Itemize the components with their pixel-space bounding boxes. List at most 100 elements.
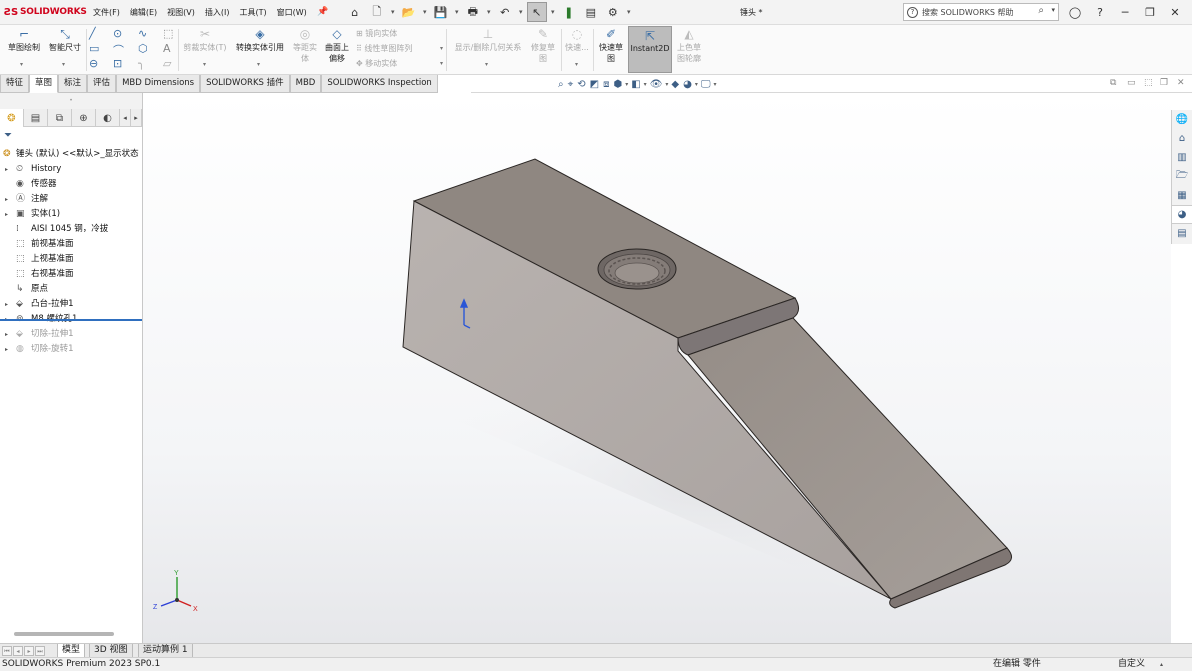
plane-icon[interactable]: ▱: [163, 57, 171, 70]
select-cursor-icon[interactable]: ↖: [526, 2, 547, 22]
help-icon[interactable]: ?: [1089, 0, 1111, 25]
tab-addins[interactable]: SOLIDWORKS 插件: [200, 75, 290, 93]
tree-item-cut-revolve[interactable]: ▸ ◍ 切除-旋转1: [0, 342, 142, 357]
property-manager-tab-icon[interactable]: ▤: [24, 109, 48, 127]
menu-insert[interactable]: 插入(I): [200, 0, 235, 25]
chevron-down-icon[interactable]: ▾: [575, 61, 578, 68]
tab-mbd[interactable]: MBD: [289, 75, 322, 93]
text-icon[interactable]: A: [163, 42, 171, 55]
restore-icon[interactable]: ❐: [1139, 0, 1161, 25]
circle-icon[interactable]: ⊙: [113, 27, 122, 40]
rectangle-icon[interactable]: ▭: [89, 42, 99, 55]
linear-pattern-button[interactable]: ⠿ 线性草图阵列: [356, 43, 412, 54]
chevron-down-icon[interactable]: ▾: [20, 61, 23, 68]
new-document-icon[interactable]: 🗋: [367, 2, 387, 22]
print-icon[interactable]: 🖶: [463, 2, 483, 22]
tree-item-right-plane[interactable]: ⬚ 右视基准面: [0, 267, 142, 282]
chevron-down-icon[interactable]: ▾: [1051, 6, 1055, 14]
viewport-restore-icon[interactable]: ❐: [1160, 78, 1168, 88]
sketch-button[interactable]: ⌐ 草图绘制: [4, 27, 44, 53]
chevron-down-icon[interactable]: ▾: [421, 2, 429, 22]
mirror-entities-button[interactable]: ⊞ 镜向实体: [356, 28, 397, 39]
options-gear-icon[interactable]: ⚙: [603, 2, 623, 22]
rapid-sketch-button[interactable]: ✐ 快速草图: [596, 27, 626, 64]
solidworks-resources-icon[interactable]: 🌐: [1172, 110, 1192, 129]
save-icon[interactable]: 💾: [431, 2, 451, 22]
tab-inspection[interactable]: SOLIDWORKS Inspection: [321, 75, 438, 93]
viewport-close-icon[interactable]: ✕: [1177, 78, 1185, 88]
quick-snaps-button[interactable]: ◌ 快速...: [563, 27, 591, 53]
offset-entities-button[interactable]: ◎ 等距实体: [290, 27, 320, 64]
chevron-down-icon[interactable]: ▾: [714, 81, 717, 88]
chevron-down-icon[interactable]: ▾: [485, 61, 488, 68]
display-style-icon[interactable]: ◧: [631, 79, 640, 90]
chevron-down-icon[interactable]: ▾: [453, 2, 461, 22]
menu-edit[interactable]: 编辑(E): [125, 0, 162, 25]
menu-file[interactable]: 文件(F): [88, 0, 125, 25]
chevron-down-icon[interactable]: ▾: [440, 60, 443, 67]
chevron-down-icon[interactable]: ▾: [485, 2, 493, 22]
horizontal-scrollbar[interactable]: [14, 632, 114, 636]
chevron-down-icon[interactable]: ▾: [625, 81, 628, 88]
chevron-down-icon[interactable]: ▾: [517, 2, 525, 22]
graphics-viewport[interactable]: Y X Z: [143, 93, 1171, 643]
tree-item-material[interactable]: ⁞ AISI 1045 钢，冷拔: [0, 222, 142, 237]
tree-item-boss-extrude[interactable]: ▸ ⬙ 凸台-拉伸1: [0, 297, 142, 312]
chevron-down-icon[interactable]: ▾: [62, 61, 65, 68]
point-icon[interactable]: ⊡: [113, 57, 122, 70]
search-icon[interactable]: ⌕: [1038, 5, 1044, 16]
previous-view-icon[interactable]: ⟲: [577, 79, 585, 90]
expand-arrow-icon[interactable]: ▸: [5, 192, 8, 207]
rollback-bar[interactable]: [0, 319, 142, 321]
offset-on-surface-button[interactable]: ◇ 曲面上 偏移: [322, 27, 352, 64]
instant2d-button[interactable]: ⇱ Instant2D: [628, 26, 672, 73]
fillet-icon[interactable]: ╮: [138, 57, 145, 70]
viewport-split-icon[interactable]: ⧉: [1110, 78, 1116, 88]
grid-snap-icon[interactable]: ⬚: [163, 27, 173, 40]
chevron-down-icon[interactable]: ▾: [549, 2, 557, 22]
zoom-to-area-icon[interactable]: ⌖: [568, 79, 574, 90]
tree-item-origin[interactable]: ↳ 原点: [0, 282, 142, 297]
chevron-down-icon[interactable]: ▾: [203, 61, 206, 68]
last-tab-icon[interactable]: ⏭: [35, 646, 45, 656]
custom-units-button[interactable]: 自定义: [1118, 658, 1145, 671]
custom-properties-icon[interactable]: ▤: [1172, 224, 1192, 243]
chevron-down-icon[interactable]: ▾: [440, 45, 443, 52]
section-view-icon[interactable]: ◩: [590, 79, 599, 90]
prev-tab-icon[interactable]: ◂: [13, 646, 23, 656]
zoom-to-fit-icon[interactable]: ⌕: [558, 79, 564, 90]
move-entities-button[interactable]: ✥ 移动实体: [356, 58, 397, 69]
close-icon[interactable]: ✕: [1164, 0, 1186, 25]
expand-arrow-icon[interactable]: ▸: [5, 297, 8, 312]
panel-splitter[interactable]: •: [0, 93, 142, 109]
chevron-down-icon[interactable]: ▾: [665, 81, 668, 88]
help-search[interactable]: ? 搜索 SOLIDWORKS 帮助 ⌕ ▾: [903, 3, 1059, 21]
tree-item-front-plane[interactable]: ⬚ 前视基准面: [0, 237, 142, 252]
expand-arrow-icon[interactable]: ▸: [5, 342, 8, 357]
menu-window[interactable]: 窗口(W): [272, 0, 312, 25]
view-orientation-icon[interactable]: ⬢: [613, 79, 622, 90]
menu-view[interactable]: 视图(V): [162, 0, 200, 25]
hammer-head-model[interactable]: Y X Z: [143, 93, 1171, 643]
design-library-icon[interactable]: ⌂: [1172, 129, 1192, 148]
minimize-icon[interactable]: ─: [1114, 0, 1136, 25]
file-properties-icon[interactable]: ▤: [581, 2, 601, 22]
open-folder-icon[interactable]: 📂: [399, 2, 419, 22]
tab-features[interactable]: 特征: [0, 75, 30, 93]
tree-item-history[interactable]: ▸ ⏲ History: [0, 162, 142, 177]
chevron-down-icon[interactable]: ▾: [644, 81, 647, 88]
feature-tree-tab-icon[interactable]: ❂: [0, 109, 24, 127]
tab-evaluate[interactable]: 评估: [87, 75, 117, 93]
first-tab-icon[interactable]: ⏮: [2, 646, 12, 656]
user-account-icon[interactable]: ◯: [1064, 0, 1086, 25]
expand-arrow-icon[interactable]: ▸: [5, 207, 8, 222]
edit-appearance-icon[interactable]: ◆: [671, 79, 679, 90]
solidworks-logo[interactable]: ƧS SOLIDWORKS: [0, 0, 87, 25]
file-explorer-icon[interactable]: ▥: [1172, 148, 1192, 167]
chevron-down-icon[interactable]: ▾: [625, 2, 633, 22]
view-settings-icon[interactable]: 🖵: [701, 79, 711, 90]
repair-sketch-button[interactable]: ✎ 修复草图: [528, 27, 558, 64]
dynamic-annotation-icon[interactable]: ⧈: [603, 79, 609, 90]
viewport-tile-icon[interactable]: ⬚: [1144, 78, 1153, 88]
polygon-icon[interactable]: ⬡: [138, 42, 148, 55]
